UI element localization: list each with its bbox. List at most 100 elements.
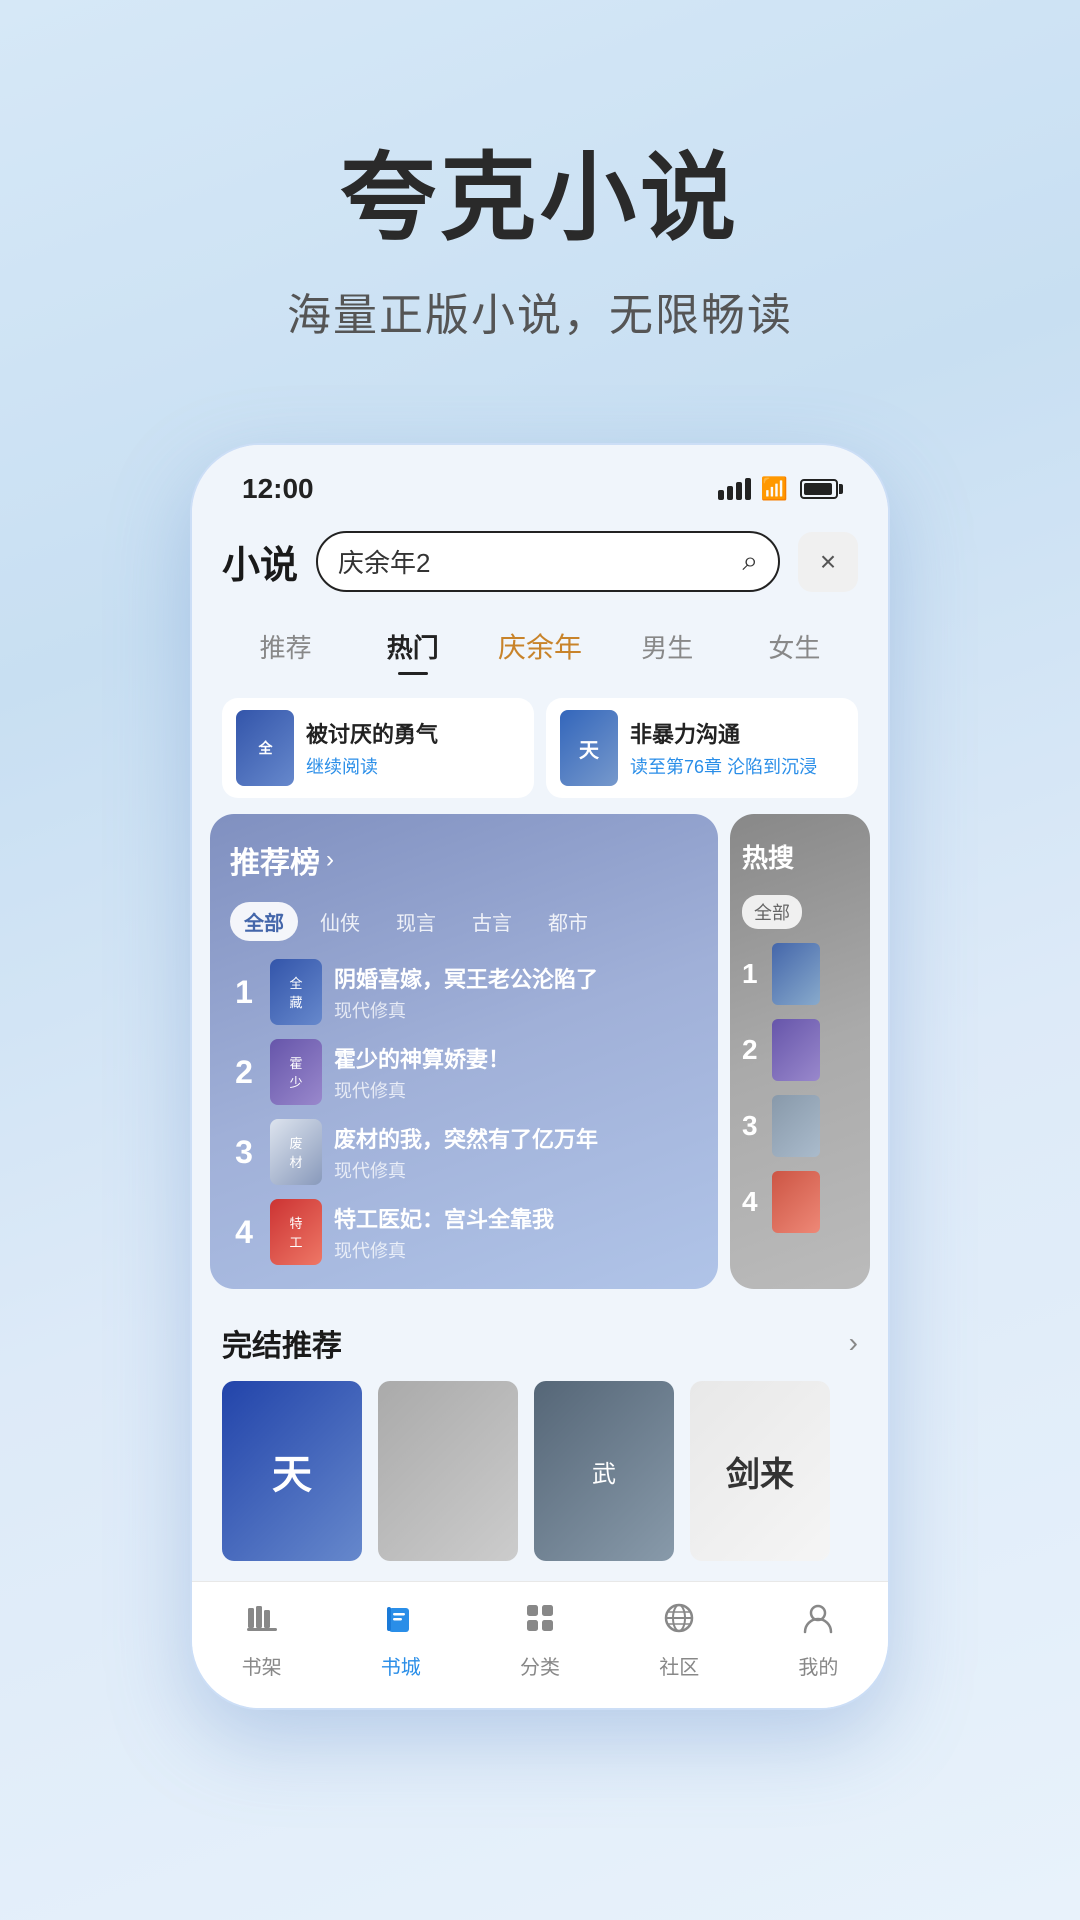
rank-list: 1 全藏 阴婚喜嫁，冥王老公沦陷了 现代修真 2 霍少 霍少的神算娇 (230, 959, 698, 1265)
hot-filter[interactable]: 全部 (742, 895, 802, 929)
rank-info-4: 特工医妃：宫斗全靠我 现代修真 (334, 1202, 698, 1263)
status-bar: 12:00 📶 (192, 445, 888, 515)
hot-item-2[interactable]: 2 (742, 1019, 858, 1081)
recent-title-2: 非暴力沟通 (630, 717, 844, 749)
tab-male[interactable]: 男生 (604, 620, 731, 673)
recent-cover-2: 天 (560, 710, 618, 786)
rank-num-1: 1 (230, 974, 258, 1011)
hot-panel-title: 热搜 (742, 838, 858, 875)
shelf-icon (244, 1600, 280, 1645)
book-thumb-2[interactable] (378, 1381, 518, 1561)
book-thumb-3[interactable]: 武 (534, 1381, 674, 1561)
main-content: 推荐榜 › 全部 仙侠 现言 古言 都市 1 全藏 阴婚喜嫁，冥王老公沦陷了 (192, 814, 888, 1305)
app-title: 小说 (222, 534, 298, 589)
hot-list: 1 2 3 4 (742, 943, 858, 1233)
recent-reads: 全 被讨厌的勇气 继续阅读 天 非暴力沟通 读至第76章 沦陷到沉浸 (192, 688, 888, 814)
hero-title: 夸克小说 (80, 120, 1000, 259)
hot-num-3: 3 (742, 1110, 764, 1142)
rank-info-1: 阴婚喜嫁，冥王老公沦陷了 现代修真 (334, 962, 698, 1023)
recent-card-1[interactable]: 全 被讨厌的勇气 继续阅读 (222, 698, 534, 798)
tab-special[interactable]: 庆余年 (476, 618, 603, 674)
recent-action-2[interactable]: 读至第76章 沦陷到沉浸 (630, 753, 844, 779)
community-icon (661, 1600, 697, 1645)
ranking-title: 推荐榜 (230, 838, 320, 882)
search-input-text[interactable]: 庆余年2 (338, 543, 732, 580)
recent-card-2[interactable]: 天 非暴力沟通 读至第76章 沦陷到沉浸 (546, 698, 858, 798)
completed-section: 完结推荐 › 天 武 剑来 (192, 1305, 888, 1581)
wifi-icon: 📶 (761, 476, 788, 502)
battery-icon (800, 479, 838, 499)
recent-title-1: 被讨厌的勇气 (306, 717, 520, 749)
hot-item-1[interactable]: 1 (742, 943, 858, 1005)
recent-info-2: 非暴力沟通 读至第76章 沦陷到沉浸 (630, 717, 844, 779)
rank-info-2: 霍少的神算娇妻！ 现代修真 (334, 1042, 698, 1103)
tab-recommend[interactable]: 推荐 (222, 620, 349, 673)
rank-name-4: 特工医妃：宫斗全靠我 (334, 1202, 698, 1234)
nav-label-community: 社区 (659, 1651, 699, 1680)
hot-cover-2 (772, 1019, 820, 1081)
app-header: 小说 庆余年2 ⌕ × (192, 515, 888, 608)
hero-subtitle: 海量正版小说，无限畅读 (80, 279, 1000, 343)
nav-label-category: 分类 (520, 1651, 560, 1680)
rank-cover-4: 特工 (270, 1199, 322, 1265)
book-row: 天 武 剑来 (222, 1381, 858, 1561)
rank-num-4: 4 (230, 1214, 258, 1251)
hot-cover-1 (772, 943, 820, 1005)
search-bar[interactable]: 庆余年2 ⌕ (316, 531, 780, 592)
recent-info-1: 被讨厌的勇气 继续阅读 (306, 717, 520, 779)
nav-item-shelf[interactable]: 书架 (192, 1600, 331, 1680)
bottom-nav: 书架 书城 分类 (192, 1581, 888, 1708)
ranking-filters: 全部 仙侠 现言 古言 都市 (230, 902, 698, 941)
hot-num-4: 4 (742, 1186, 764, 1218)
filter-all[interactable]: 全部 (230, 902, 298, 941)
profile-icon (800, 1600, 836, 1645)
rank-cover-3: 废材 (270, 1119, 322, 1185)
nav-item-category[interactable]: 分类 (470, 1600, 609, 1680)
nav-item-community[interactable]: 社区 (610, 1600, 749, 1680)
nav-item-bookstore[interactable]: 书城 (331, 1600, 470, 1680)
tab-hot[interactable]: 热门 (349, 620, 476, 673)
hot-num-1: 1 (742, 958, 764, 990)
category-icon (522, 1600, 558, 1645)
ranking-header: 推荐榜 › (230, 838, 698, 882)
ranking-panel: 推荐榜 › 全部 仙侠 现言 古言 都市 1 全藏 阴婚喜嫁，冥王老公沦陷了 (210, 814, 718, 1289)
hero-section: 夸克小说 海量正版小说，无限畅读 (0, 0, 1080, 403)
hot-item-3[interactable]: 3 (742, 1095, 858, 1157)
rank-item-4[interactable]: 4 特工 特工医妃：宫斗全靠我 现代修真 (230, 1199, 698, 1265)
book-thumb-4[interactable]: 剑来 (690, 1381, 830, 1561)
section-arrow[interactable]: › (849, 1327, 858, 1359)
rank-num-2: 2 (230, 1054, 258, 1091)
nav-item-profile[interactable]: 我的 (749, 1600, 888, 1680)
filter-modern[interactable]: 现言 (382, 902, 450, 941)
ranking-arrow[interactable]: › (326, 846, 334, 874)
hot-item-4[interactable]: 4 (742, 1171, 858, 1233)
rank-item-1[interactable]: 1 全藏 阴婚喜嫁，冥王老公沦陷了 现代修真 (230, 959, 698, 1025)
recent-action-1[interactable]: 继续阅读 (306, 753, 520, 779)
nav-label-shelf: 书架 (242, 1651, 282, 1680)
close-button[interactable]: × (798, 532, 858, 592)
rank-item-3[interactable]: 3 废材 废材的我，突然有了亿万年 现代修真 (230, 1119, 698, 1185)
rank-info-3: 废材的我，突然有了亿万年 现代修真 (334, 1122, 698, 1183)
filter-ancient[interactable]: 古言 (458, 902, 526, 941)
phone-mockup: 12:00 📶 小说 庆余年2 ⌕ × 推荐 热门 (190, 443, 890, 1710)
book-thumb-1[interactable]: 天 (222, 1381, 362, 1561)
hot-cover-4 (772, 1171, 820, 1233)
nav-tabs: 推荐 热门 庆余年 男生 女生 (192, 608, 888, 688)
rank-name-2: 霍少的神算娇妻！ (334, 1042, 698, 1074)
filter-xianxia[interactable]: 仙侠 (306, 902, 374, 941)
section-title: 完结推荐 (222, 1321, 342, 1365)
rank-item-2[interactable]: 2 霍少 霍少的神算娇妻！ 现代修真 (230, 1039, 698, 1105)
signal-icon (718, 478, 751, 500)
tab-female[interactable]: 女生 (731, 620, 858, 673)
hot-num-2: 2 (742, 1034, 764, 1066)
filter-urban[interactable]: 都市 (534, 902, 602, 941)
hot-panel: 热搜 全部 1 2 3 4 (730, 814, 870, 1289)
rank-genre-1: 现代修真 (334, 997, 698, 1023)
rank-name-1: 阴婚喜嫁，冥王老公沦陷了 (334, 962, 698, 994)
rank-cover-2: 霍少 (270, 1039, 322, 1105)
hot-cover-3 (772, 1095, 820, 1157)
rank-genre-4: 现代修真 (334, 1237, 698, 1263)
search-icon[interactable]: ⌕ (742, 545, 758, 578)
rank-genre-2: 现代修真 (334, 1077, 698, 1103)
nav-label-profile: 我的 (798, 1651, 838, 1680)
